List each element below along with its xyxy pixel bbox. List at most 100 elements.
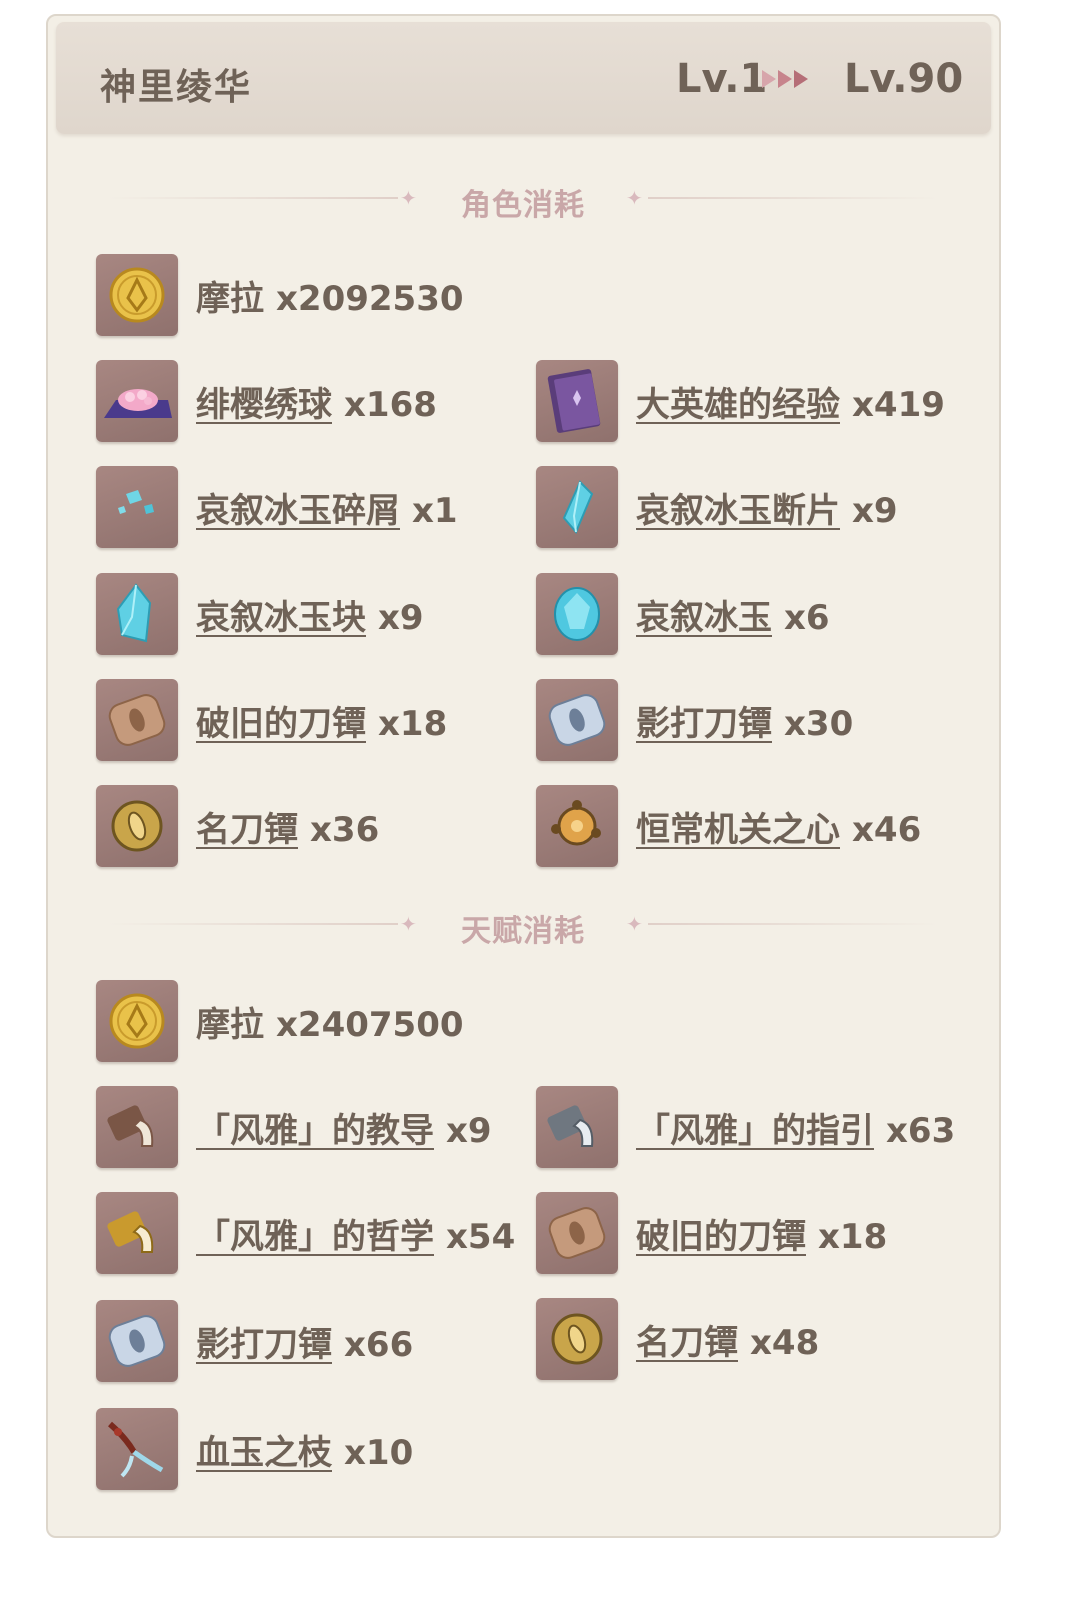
material-item: 摩拉 x2092530 <box>96 252 464 338</box>
material-quantity: x54 <box>446 1216 516 1257</box>
material-item[interactable]: 破旧的刀镡 x18 <box>536 1190 887 1276</box>
material-item[interactable]: 哀叙冰玉 x6 <box>536 571 830 657</box>
perpetual-heart-icon <box>536 785 618 867</box>
material-quantity: x1 <box>412 490 458 531</box>
heros-wit-book-icon <box>536 360 618 442</box>
material-quantity: x63 <box>886 1110 956 1151</box>
material-item[interactable]: 绯樱绣球 x168 <box>96 358 437 444</box>
material-item[interactable]: 「风雅」的教导 x9 <box>96 1084 492 1170</box>
material-item[interactable]: 影打刀镡 x66 <box>96 1298 413 1384</box>
sakura-bloom-icon <box>96 360 178 442</box>
material-quantity: x18 <box>818 1216 888 1257</box>
material-quantity: x10 <box>344 1432 414 1473</box>
material-quantity: x48 <box>750 1322 820 1363</box>
famed-handguard-icon <box>536 1298 618 1380</box>
material-item[interactable]: 「风雅」的指引 x63 <box>536 1084 955 1170</box>
material-item[interactable]: 破旧的刀镡 x18 <box>96 677 447 763</box>
material-name-link[interactable]: 哀叙冰玉 <box>636 598 772 638</box>
sparkle-icon: ✦ <box>626 912 643 936</box>
material-item[interactable]: 「风雅」的哲学 x54 <box>96 1190 515 1276</box>
material-item[interactable]: 大英雄的经验 x419 <box>536 358 945 444</box>
shivada-jade-gemstone-icon <box>536 573 618 655</box>
material-quantity: x2407500 <box>276 1004 464 1045</box>
material-name-link[interactable]: 哀叙冰玉断片 <box>636 491 840 531</box>
material-name-link[interactable]: 「风雅」的哲学 <box>196 1217 434 1257</box>
material-text: 破旧的刀镡 x18 <box>196 696 447 745</box>
sparkle-icon: ✦ <box>400 912 417 936</box>
material-quantity: x9 <box>378 597 424 638</box>
material-card: 神里绫华 Lv.1 Lv.90 ✦ 角色消耗 ✦ ✦ 天赋消耗 ✦ 摩拉 x209… <box>46 14 1001 1538</box>
character-header: 神里绫华 Lv.1 Lv.90 <box>56 22 991 134</box>
material-name: 摩拉 <box>196 1004 264 1045</box>
bloodjade-branch-icon <box>96 1408 178 1490</box>
material-text: 哀叙冰玉 x6 <box>636 590 830 639</box>
material-name-link[interactable]: 恒常机关之心 <box>636 810 840 850</box>
material-item[interactable]: 血玉之枝 x10 <box>96 1406 413 1492</box>
material-name-link[interactable]: 影打刀镡 <box>636 704 772 744</box>
material-name-link[interactable]: 绯樱绣球 <box>196 385 332 425</box>
material-name-link[interactable]: 哀叙冰玉碎屑 <box>196 491 400 531</box>
material-text: 血玉之枝 x10 <box>196 1425 413 1474</box>
material-item[interactable]: 名刀镡 x36 <box>96 783 379 869</box>
shivada-jade-sliver-icon <box>96 466 178 548</box>
material-quantity: x2092530 <box>276 278 464 319</box>
material-quantity: x9 <box>446 1110 492 1151</box>
material-quantity: x168 <box>344 384 437 425</box>
material-item[interactable]: 恒常机关之心 x46 <box>536 783 921 869</box>
character-name: 神里绫华 <box>100 67 253 108</box>
material-quantity: x6 <box>784 597 830 638</box>
material-name-link[interactable]: 大英雄的经验 <box>636 385 840 425</box>
philosophies-of-elegance-icon <box>96 1192 178 1274</box>
material-text: 「风雅」的哲学 x54 <box>196 1209 515 1258</box>
sparkle-icon: ✦ <box>626 186 643 210</box>
sparkle-icon: ✦ <box>400 186 417 210</box>
material-name-link[interactable]: 名刀镡 <box>636 1323 738 1363</box>
material-item[interactable]: 哀叙冰玉碎屑 x1 <box>96 464 458 550</box>
material-item[interactable]: 哀叙冰玉断片 x9 <box>536 464 898 550</box>
material-text: 「风雅」的指引 x63 <box>636 1103 955 1152</box>
section-title-character: ✦ 角色消耗 ✦ <box>48 178 999 223</box>
old-handguard-icon <box>536 1192 618 1274</box>
material-name-link[interactable]: 名刀镡 <box>196 810 298 850</box>
material-text: 绯樱绣球 x168 <box>196 377 437 426</box>
material-text: 哀叙冰玉块 x9 <box>196 590 424 639</box>
material-name-link[interactable]: 破旧的刀镡 <box>196 704 366 744</box>
material-item[interactable]: 影打刀镡 x30 <box>536 677 853 763</box>
level-from: Lv.1 <box>676 56 768 102</box>
material-quantity: x419 <box>852 384 945 425</box>
material-quantity: x66 <box>344 1324 414 1365</box>
material-quantity: x46 <box>852 809 922 850</box>
material-name-link[interactable]: 「风雅」的教导 <box>196 1111 434 1151</box>
material-item[interactable]: 名刀镡 x48 <box>536 1296 819 1382</box>
material-item[interactable]: 哀叙冰玉块 x9 <box>96 571 424 657</box>
old-handguard-icon <box>96 679 178 761</box>
material-quantity: x36 <box>310 809 380 850</box>
teachings-of-elegance-icon <box>96 1086 178 1168</box>
material-name-link[interactable]: 影打刀镡 <box>196 1325 332 1365</box>
material-text: 名刀镡 x48 <box>636 1315 819 1364</box>
material-name-link[interactable]: 血玉之枝 <box>196 1433 332 1473</box>
kageuchi-handguard-icon <box>536 679 618 761</box>
material-name: 摩拉 <box>196 278 264 319</box>
material-name-link[interactable]: 破旧的刀镡 <box>636 1217 806 1257</box>
material-text: 哀叙冰玉断片 x9 <box>636 483 898 532</box>
level-arrow-icon <box>762 70 808 88</box>
material-quantity: x30 <box>784 703 854 744</box>
material-text: 「风雅」的教导 x9 <box>196 1103 492 1152</box>
material-name-link[interactable]: 「风雅」的指引 <box>636 1111 874 1151</box>
material-text: 摩拉 x2407500 <box>196 997 464 1046</box>
shivada-jade-chunk-icon <box>96 573 178 655</box>
material-name-link[interactable]: 哀叙冰玉块 <box>196 598 366 638</box>
famed-handguard-icon <box>96 785 178 867</box>
material-item: 摩拉 x2407500 <box>96 978 464 1064</box>
mora-coin-icon <box>96 980 178 1062</box>
material-text: 影打刀镡 x30 <box>636 696 853 745</box>
material-text: 破旧的刀镡 x18 <box>636 1209 887 1258</box>
material-quantity: x9 <box>852 490 898 531</box>
material-text: 摩拉 x2092530 <box>196 271 464 320</box>
shivada-jade-fragment-icon <box>536 466 618 548</box>
guide-to-elegance-icon <box>536 1086 618 1168</box>
material-quantity: x18 <box>378 703 448 744</box>
mora-coin-icon <box>96 254 178 336</box>
material-text: 哀叙冰玉碎屑 x1 <box>196 483 458 532</box>
